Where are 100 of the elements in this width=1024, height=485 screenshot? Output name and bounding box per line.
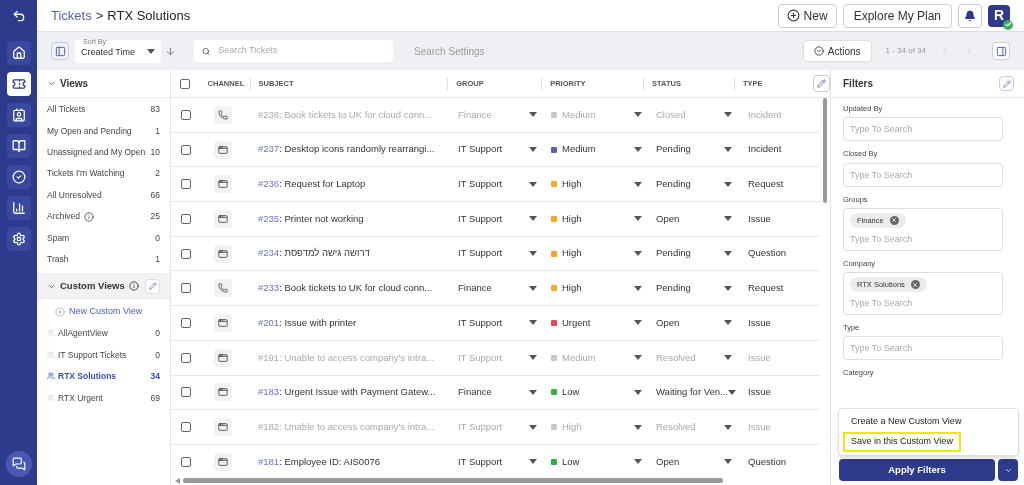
row-checkbox[interactable] (180, 179, 191, 190)
view-item[interactable]: Unassigned and My Open 10 (37, 141, 170, 164)
row-checkbox[interactable] (180, 144, 191, 155)
status-dropdown[interactable]: Pending (656, 142, 691, 157)
ticket-subject[interactable]: #201: Issue with printer (258, 316, 357, 328)
filter-field[interactable]: Type To Search (843, 336, 1003, 361)
row-checkbox[interactable] (180, 248, 191, 259)
priority-label[interactable]: Medium (562, 142, 596, 157)
ticket-row[interactable]: #233: Book tickets to UK for cloud conn... Finance High Pending Request (171, 271, 820, 307)
view-item[interactable]: Spam 0 (37, 227, 170, 249)
bell-icon[interactable] (958, 3, 982, 28)
caret-icon (634, 424, 642, 430)
group-dropdown[interactable]: IT Support (458, 177, 503, 192)
status-dropdown[interactable]: Open (656, 315, 680, 331)
chart-icon[interactable] (6, 196, 31, 220)
ticket-subject[interactable]: #236: Request for Laptop (258, 178, 366, 190)
type-label: Issue (748, 316, 771, 328)
custom-view-item[interactable]: RTX Solutions 34 (37, 365, 170, 388)
priority-label[interactable]: Urgent (562, 315, 591, 331)
view-item[interactable]: All Unresolved 66 (37, 184, 170, 206)
group-dropdown[interactable]: Finance (458, 385, 492, 400)
ticket-row[interactable]: #201: Issue with printer IT Support Urgent Open Issue (171, 306, 820, 341)
view-item[interactable]: My Open and Pending 1 (37, 120, 170, 142)
view-item[interactable]: Archived 25 (37, 205, 170, 228)
remove-icon[interactable] (889, 215, 899, 225)
group-dropdown[interactable]: IT Support (458, 246, 503, 261)
filter-field[interactable]: Type To Search (843, 162, 1003, 187)
filter-panel-toggle-icon[interactable] (992, 42, 1010, 60)
priority-label[interactable]: High (562, 211, 582, 227)
priority-label[interactable]: Low (562, 454, 580, 469)
status-dropdown[interactable]: Pending (656, 281, 691, 296)
row-checkbox[interactable] (180, 283, 191, 294)
group-dropdown[interactable]: Finance (458, 281, 492, 296)
tasks-icon[interactable] (6, 165, 31, 189)
ticket-subject[interactable]: #235: Printer not working (258, 212, 364, 224)
more-options-button[interactable] (998, 459, 1018, 481)
menu-item[interactable]: Create a New Custom View (843, 412, 970, 432)
group-dropdown[interactable]: IT Support (458, 142, 503, 157)
group-dropdown[interactable]: IT Support (458, 315, 503, 331)
type-label: Issue (748, 212, 771, 224)
status-dropdown[interactable]: Pending (656, 246, 691, 261)
row-checkbox[interactable] (180, 422, 191, 433)
ticket-subject[interactable]: #183: Urgent Issue with Payment Gatew... (258, 386, 436, 398)
sort-direction-icon[interactable] (165, 45, 176, 57)
ticket-row[interactable]: #235: Printer not working IT Support High Open Issue (171, 202, 820, 237)
status-dropdown[interactable]: Waiting for Ven... (656, 385, 728, 400)
filter-input[interactable]: Type To Search (850, 341, 996, 356)
row-checkbox[interactable] (180, 352, 191, 363)
new-custom-view-button[interactable]: New Custom View (55, 305, 170, 319)
settings-icon[interactable] (6, 227, 31, 251)
book-icon[interactable] (6, 134, 31, 158)
scroll-left-icon[interactable] (175, 477, 180, 484)
menu-item[interactable]: Save in this Custom View (843, 432, 961, 452)
explore-plan-button[interactable]: Explore My Plan (842, 3, 952, 28)
filter-input[interactable]: Type To Search (850, 296, 996, 310)
status-dropdown[interactable]: Pending (656, 177, 691, 192)
ticket-subject[interactable]: #233: Book tickets to UK for cloud conn... (258, 282, 433, 294)
breadcrumb-link[interactable]: Tickets (51, 5, 92, 26)
priority-label[interactable]: High (562, 281, 582, 296)
contact-card-icon[interactable] (6, 103, 31, 127)
row-checkbox[interactable] (180, 456, 191, 467)
home-icon[interactable] (6, 41, 31, 65)
group-dropdown[interactable]: IT Support (458, 454, 503, 469)
caret-icon (529, 147, 537, 153)
ticket-subject[interactable]: #237: Desktop icons randomly rearrangi... (258, 143, 435, 155)
chat-icon[interactable] (5, 451, 32, 477)
priority-label[interactable]: High (562, 177, 582, 192)
status-dropdown[interactable]: Open (656, 454, 680, 469)
custom-view-item[interactable]: RTX Urgent 69 (37, 387, 170, 409)
new-button[interactable]: New (777, 3, 837, 28)
search-field[interactable]: Search Tickets (194, 40, 393, 62)
search-input[interactable]: Search Tickets (218, 44, 385, 58)
collapse-panel-icon[interactable] (51, 42, 69, 60)
status-dropdown[interactable]: Open (656, 211, 680, 227)
filter-field[interactable]: Type To Search (843, 117, 1003, 142)
custom-view-item[interactable]: IT Support Tickets 0 (37, 344, 170, 366)
view-item[interactable]: All Tickets 83 (37, 99, 170, 121)
remove-icon[interactable] (910, 280, 920, 289)
priority-label[interactable]: Low (562, 385, 580, 400)
filter-input[interactable]: Type To Search (850, 231, 996, 246)
ticket-icon[interactable] (6, 72, 31, 96)
ticket-row[interactable]: #237: Desktop icons randomly rearrangi... IT Support Medium Pending Incident (171, 132, 820, 168)
select-all-checkbox[interactable] (180, 78, 191, 89)
custom-view-item[interactable]: AllAgentView 0 (37, 322, 170, 345)
actions-button[interactable]: Actions (802, 40, 872, 62)
row-checkbox[interactable] (180, 387, 191, 398)
filter-input[interactable]: Type To Search (850, 167, 996, 182)
filter-input[interactable]: Type To Search (850, 122, 996, 137)
row-checkbox[interactable] (180, 109, 191, 120)
priority-label[interactable]: High (562, 246, 582, 261)
avatar[interactable]: R (988, 4, 1010, 27)
row-checkbox[interactable] (180, 213, 191, 224)
apply-filters-button[interactable]: Apply Filters (839, 459, 995, 481)
ticket-row[interactable]: #236: Request for Laptop IT Support High Pending Request (171, 167, 820, 203)
group-dropdown[interactable]: IT Support (458, 211, 503, 227)
row-checkbox[interactable] (180, 317, 191, 328)
view-item[interactable]: Trash 1 (37, 248, 170, 271)
view-item[interactable]: Tickets I'm Watching 2 (37, 163, 170, 185)
ticket-row[interactable]: #183: Urgent Issue with Payment Gatew... Finance Low Waiting for Ven... Issue (171, 375, 820, 411)
ticket-subject[interactable]: #181: Employee ID: AIS0076 (258, 455, 380, 467)
